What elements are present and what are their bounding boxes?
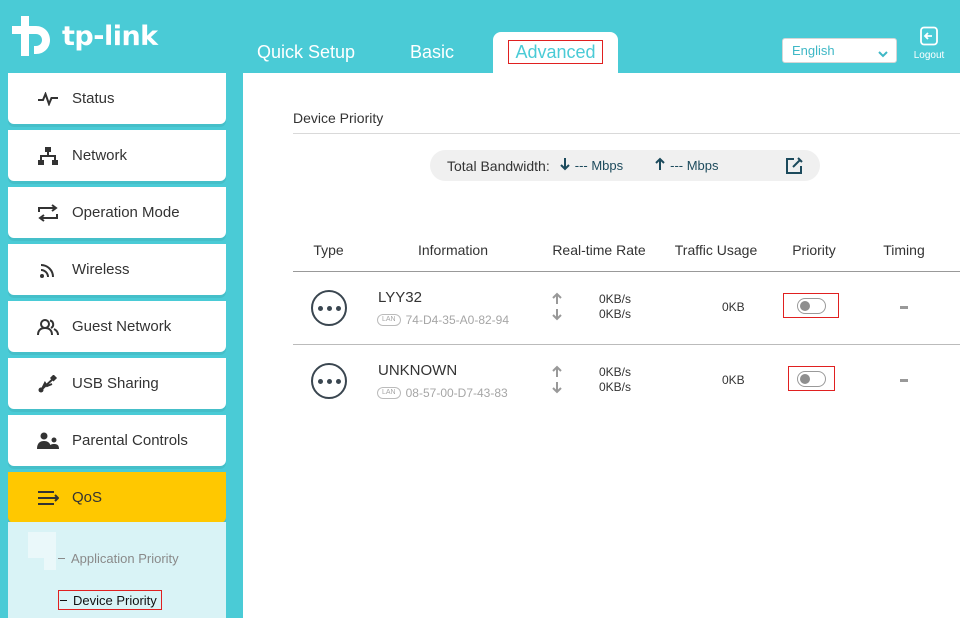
priority-toggle[interactable] [797, 370, 826, 387]
sidebar-item-status[interactable]: Status [8, 73, 226, 124]
up-down-arrows-icon [551, 292, 563, 322]
sidebar-item-label: Operation Mode [72, 204, 180, 221]
submenu-item-application-priority[interactable]: Application Priority [58, 551, 179, 566]
swap-arrows-icon [35, 203, 61, 223]
tp-link-logo-icon [8, 12, 56, 60]
traffic-usage: 0KB [722, 373, 745, 387]
download-bandwidth: --- Mbps [559, 157, 623, 174]
priority-toggle-highlight [783, 293, 839, 318]
chevron-down-icon [878, 46, 888, 61]
sidebar-item-operation-mode[interactable]: Operation Mode [8, 187, 226, 238]
sidebar-item-guest-network[interactable]: Guest Network [8, 301, 226, 352]
device-name: UNKNOWN [378, 362, 458, 379]
device-type-more-icon[interactable] [311, 290, 347, 326]
column-header-priority: Priority [792, 242, 836, 258]
logout-button[interactable]: Logout [910, 26, 948, 61]
upload-bandwidth: --- Mbps [654, 157, 719, 174]
timing-empty-dash [900, 306, 908, 309]
device-mac: LAN 74-D4-35-A0-82-94 [377, 313, 509, 327]
wifi-icon [35, 260, 61, 280]
edit-icon[interactable] [784, 156, 804, 179]
language-value: English [792, 43, 835, 58]
qos-icon [35, 488, 61, 508]
pulse-icon [35, 89, 61, 109]
lan-badge: LAN [377, 387, 401, 399]
submenu-item-label: Application Priority [71, 551, 179, 566]
mac-address: 08-57-00-D7-43-83 [405, 386, 508, 400]
arrow-down-icon [559, 157, 571, 174]
submenu-item-device-priority[interactable]: Device Priority [58, 590, 162, 610]
page-title: Device Priority [293, 110, 384, 126]
tp-link-logo: tp-link [8, 12, 158, 60]
arrow-up-icon [654, 157, 666, 174]
priority-toggle[interactable] [796, 297, 826, 314]
table-row: UNKNOWN LAN 08-57-00-D7-43-83 0KB/s 0KB/… [243, 345, 960, 415]
tab-basic[interactable]: Basic [398, 32, 466, 73]
device-name: LYY32 [378, 289, 422, 306]
column-header-traffic-usage: Traffic Usage [674, 242, 758, 258]
sidebar-item-wireless[interactable]: Wireless [8, 244, 226, 295]
sidebar-item-label: Parental Controls [72, 432, 188, 449]
sidebar-item-label: Status [72, 90, 115, 107]
rate-up-value: 0KB/s [599, 365, 632, 379]
sidebar-item-label: Network [72, 147, 128, 164]
device-type-more-icon[interactable] [311, 363, 347, 399]
column-header-information: Information [417, 242, 489, 258]
sidebar-item-label: USB Sharing [72, 375, 159, 392]
column-header-timing: Timing [883, 242, 925, 258]
logout-icon [919, 26, 939, 49]
bandwidth-label: Total Bandwidth: [447, 157, 550, 174]
usb-icon [35, 374, 61, 394]
total-bandwidth-bar: Total Bandwidth: --- Mbps --- Mbps [430, 150, 820, 181]
submenu-item-label: Device Priority [73, 593, 157, 608]
table-row: LYY32 LAN 74-D4-35-A0-82-94 0KB/s 0KB/s … [243, 272, 960, 342]
logout-label: Logout [913, 50, 945, 61]
lan-badge: LAN [377, 314, 401, 326]
up-down-arrows-icon [551, 365, 563, 395]
column-header-type: Type [313, 242, 344, 258]
qos-submenu: Application Priority Device Priority [8, 522, 226, 618]
submenu-decoration [44, 558, 56, 570]
traffic-usage: 0KB [722, 300, 745, 314]
mac-address: 74-D4-35-A0-82-94 [405, 313, 510, 327]
tab-advanced[interactable]: Advanced [493, 32, 618, 73]
dash-icon [60, 600, 67, 601]
sidebar-item-usb-sharing[interactable]: USB Sharing [8, 358, 226, 409]
download-value: --- Mbps [574, 158, 624, 173]
rate-down-value: 0KB/s [599, 380, 632, 394]
sidebar-item-label: Wireless [72, 261, 130, 278]
dash-icon [58, 558, 65, 559]
realtime-rate: 0KB/s 0KB/s [599, 365, 631, 395]
submenu-decoration [28, 532, 56, 558]
sidebar-item-qos[interactable]: QoS [8, 472, 226, 523]
rate-down-value: 0KB/s [599, 307, 632, 321]
device-mac: LAN 08-57-00-D7-43-83 [377, 386, 508, 400]
rate-up-value: 0KB/s [599, 292, 632, 306]
realtime-rate: 0KB/s 0KB/s [599, 292, 631, 322]
sidebar-item-parental-controls[interactable]: Parental Controls [8, 415, 226, 466]
tab-advanced-label: Advanced [508, 39, 603, 64]
priority-toggle-highlight [788, 366, 835, 391]
sidebar-item-label: QoS [72, 489, 103, 506]
main-panel: Device Priority Total Bandwidth: --- Mbp… [243, 73, 960, 618]
upload-value: --- Mbps [670, 158, 719, 173]
language-select[interactable]: English [782, 38, 897, 63]
guests-icon [35, 317, 61, 337]
timing-empty-dash [900, 379, 908, 382]
sidebar-item-label: Guest Network [72, 318, 172, 335]
tab-quick-setup[interactable]: Quick Setup [248, 32, 364, 73]
divider [293, 133, 960, 134]
parent-child-icon [35, 431, 61, 451]
column-header-realtime-rate: Real-time Rate [552, 242, 646, 258]
brand-name: tp-link [62, 20, 158, 52]
network-topology-icon [35, 146, 61, 166]
sidebar-item-network[interactable]: Network [8, 130, 226, 181]
